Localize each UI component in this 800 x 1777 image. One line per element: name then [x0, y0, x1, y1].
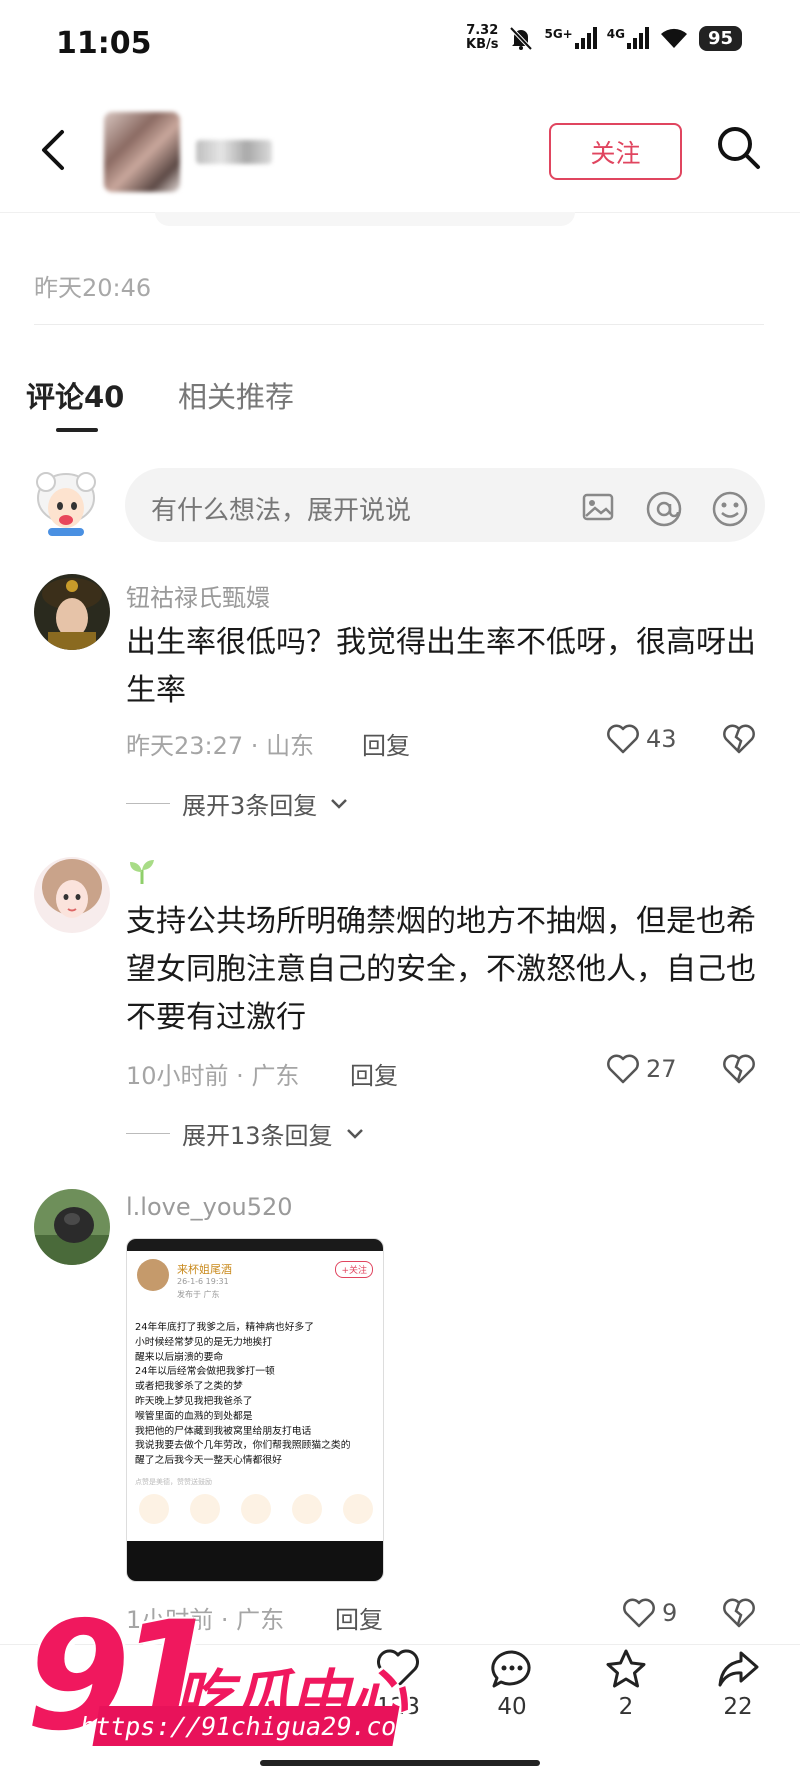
comment-text: 出生率很低吗？我觉得出生率不低呀，很高呀出生率 — [126, 625, 756, 708]
bottom-comment-button[interactable]: 40 — [472, 1648, 552, 1720]
bottom-favorite-button[interactable]: 2 — [586, 1648, 666, 1720]
comment-avatar[interactable] — [34, 574, 110, 650]
comment-meta: 昨天23:27 · 山东 — [126, 732, 315, 760]
star-icon — [606, 1649, 646, 1688]
comment-like-button[interactable]: 27 — [606, 1054, 677, 1084]
my-avatar[interactable] — [34, 468, 98, 538]
sprout-icon — [130, 860, 154, 884]
search-icon[interactable] — [716, 125, 762, 171]
image-follow: +关注 — [335, 1261, 373, 1278]
tab-indicator — [56, 428, 98, 432]
watermark-url: https://91chigua29.com — [78, 1706, 414, 1746]
image-author: 来杯姐尾酒 — [177, 1263, 232, 1276]
heart-icon — [623, 1598, 655, 1628]
tab-comments[interactable]: 评论40 — [26, 374, 124, 416]
image-text: 24年年底打了我爹之后，精神病也好多了 小时候经常梦见的是无力地挨打 醒来以后崩… — [135, 1322, 351, 1467]
comment-image[interactable]: 来杯姐尾酒 26-1-6 19:31 发布于 广东 +关注 24年年底打了我爹之… — [126, 1238, 384, 1582]
image-tip: 点赞是美德，赞赞送鼓励 — [135, 1478, 212, 1486]
comment-avatar[interactable] — [34, 857, 110, 933]
image-time: 26-1-6 19:31 — [177, 1277, 229, 1286]
broken-heart-icon[interactable] — [722, 1054, 756, 1084]
section-divider — [34, 324, 764, 325]
image-action-icons — [139, 1494, 373, 1524]
image-icon[interactable] — [581, 490, 615, 524]
expand-replies[interactable]: 展开3条回复 — [126, 786, 349, 821]
share-arrow-icon — [718, 1651, 759, 1687]
image-location: 发布于 广东 — [177, 1290, 220, 1299]
chevron-down-icon — [331, 798, 348, 809]
comment-bubble-icon — [491, 1650, 531, 1688]
comment-meta: 10小时前 · 广东 — [126, 1062, 300, 1090]
comment-like-button[interactable]: 43 — [606, 724, 677, 754]
author-avatar[interactable] — [104, 112, 180, 192]
status-icons: 7.32 KB/s 5G+ 4G 95 — [466, 24, 742, 52]
broken-heart-icon[interactable] — [722, 724, 756, 754]
reply-button[interactable]: 回复 — [362, 726, 410, 761]
signal-5g: 5G+ — [544, 27, 597, 49]
image-avatar — [137, 1259, 169, 1291]
comment-text: 支持公共场所明确禁烟的地方不抽烟，但是也希望女同胞注意自己的安全，不激怒他人，自… — [126, 904, 756, 1035]
heart-icon — [607, 1054, 639, 1084]
collapsed-content-edge — [155, 212, 575, 226]
chevron-down-icon — [346, 1128, 363, 1139]
mute-bell-icon — [510, 26, 533, 51]
heart-icon — [607, 724, 639, 754]
follow-button[interactable]: 关注 — [549, 123, 682, 180]
battery-indicator: 95 — [698, 25, 742, 51]
reply-button[interactable]: 回复 — [335, 1600, 383, 1635]
comment-author[interactable]: l.love_you520 — [126, 1193, 293, 1221]
expand-replies[interactable]: 展开13条回复 — [126, 1116, 365, 1151]
signal-4g: 4G — [607, 27, 649, 49]
tab-related[interactable]: 相关推荐 — [178, 374, 294, 416]
reply-button[interactable]: 回复 — [350, 1056, 398, 1091]
wifi-icon — [660, 28, 687, 48]
post-time: 昨天20:46 — [34, 274, 152, 302]
comment-like-button[interactable]: 9 — [622, 1598, 677, 1628]
author-name[interactable] — [196, 140, 272, 164]
home-indicator[interactable] — [260, 1760, 540, 1766]
emoji-icon[interactable] — [711, 490, 749, 528]
bottom-share-button[interactable]: 22 — [698, 1648, 778, 1720]
status-time: 11:05 — [56, 26, 152, 61]
network-speed: 7.32 KB/s — [466, 23, 499, 52]
back-arrow-icon[interactable] — [40, 128, 66, 172]
comment-author[interactable]: 钮祜禄氏甄嬛 — [126, 578, 270, 613]
broken-heart-icon[interactable] — [722, 1598, 756, 1628]
comment-avatar[interactable] — [34, 1189, 110, 1265]
comment-input-placeholder[interactable]: 有什么想法，展开说说 — [151, 490, 411, 527]
mention-icon[interactable] — [645, 490, 683, 528]
